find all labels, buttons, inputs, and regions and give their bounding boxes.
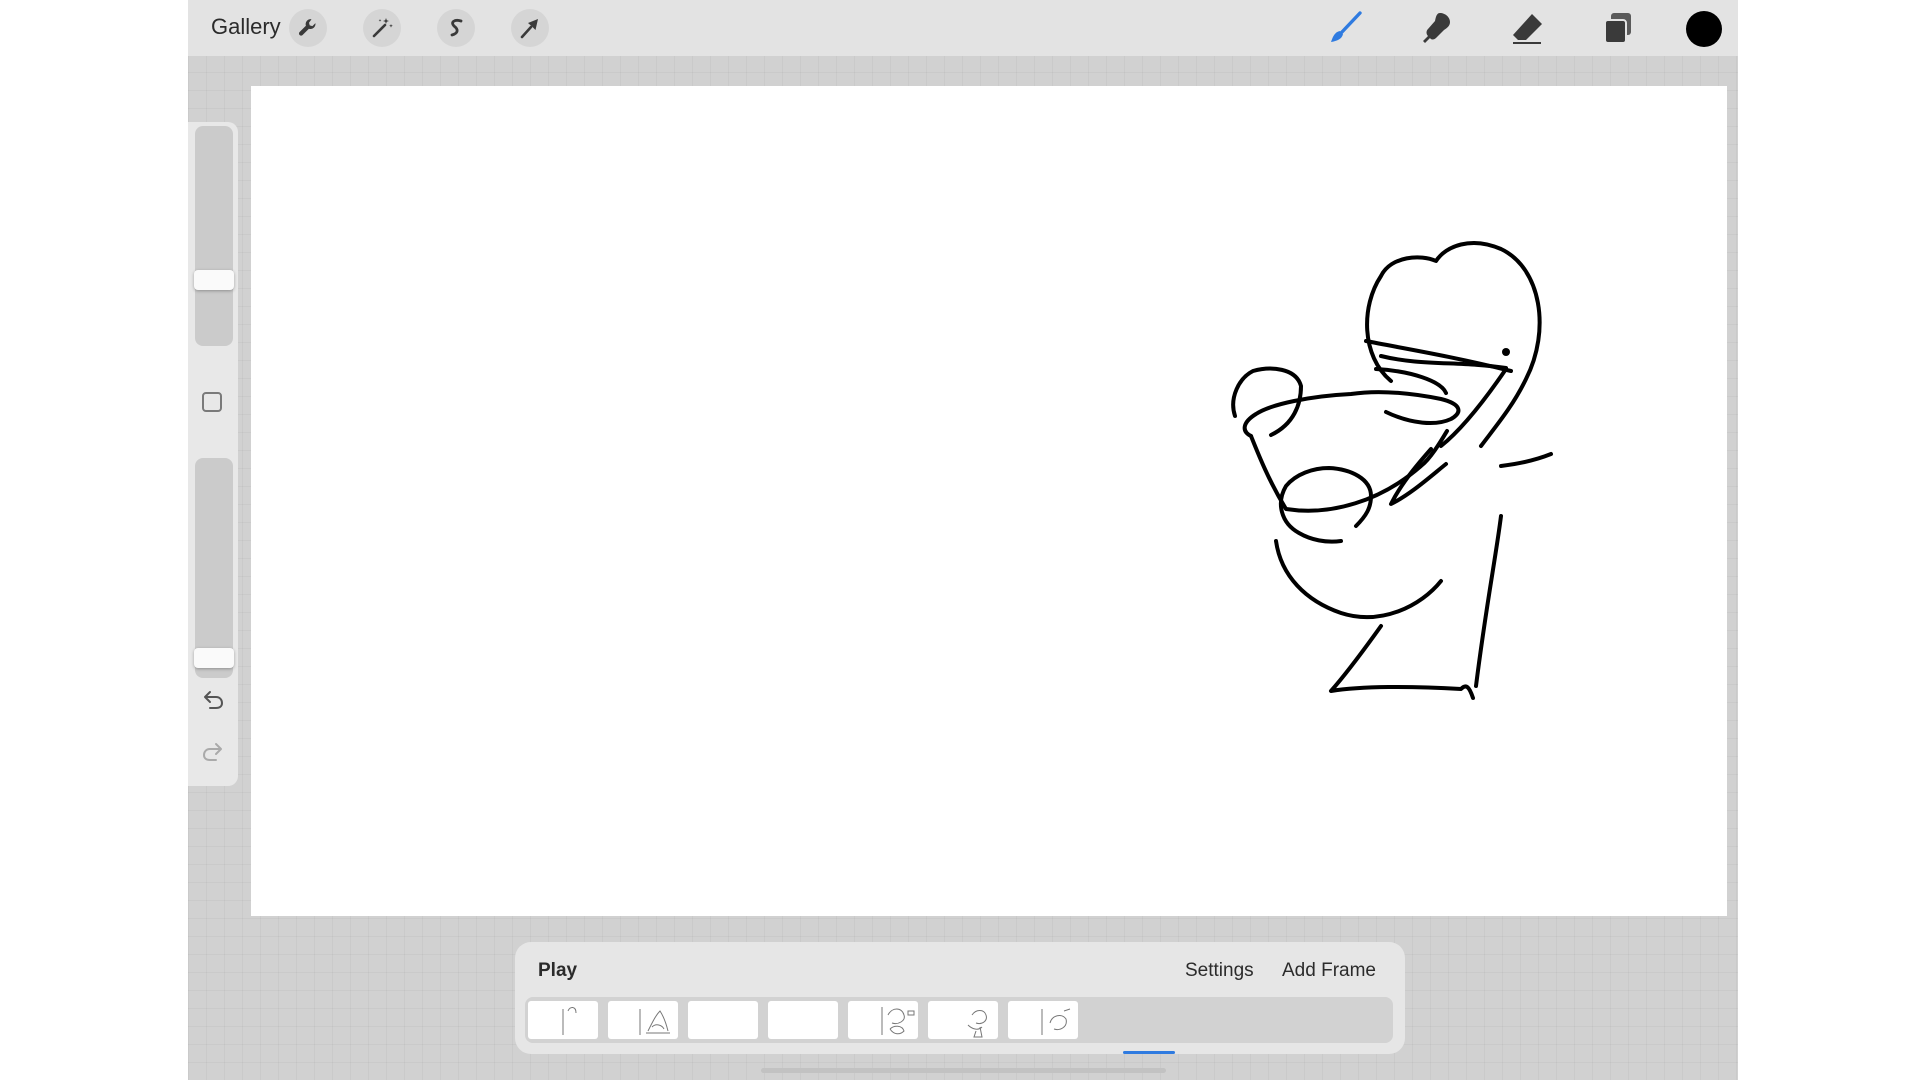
modify-button[interactable] bbox=[202, 392, 222, 412]
opacity-slider[interactable] bbox=[194, 458, 234, 678]
settings-button[interactable]: Settings bbox=[1185, 960, 1254, 982]
selected-frame-indicator bbox=[1123, 1051, 1175, 1054]
layers-button[interactable] bbox=[1600, 10, 1636, 46]
frame-thumbnail[interactable] bbox=[608, 1001, 678, 1039]
frame-thumbnail[interactable] bbox=[1008, 1001, 1078, 1039]
sketch-drawing bbox=[1231, 241, 1553, 700]
home-indicator bbox=[761, 1068, 1166, 1073]
top-toolbar: Gallery bbox=[188, 0, 1738, 56]
undo-icon[interactable] bbox=[200, 688, 226, 714]
actions-button[interactable] bbox=[289, 9, 327, 47]
color-picker-button[interactable] bbox=[1686, 11, 1722, 47]
transform-button[interactable] bbox=[511, 9, 549, 47]
selection-button[interactable] bbox=[437, 9, 475, 47]
frame-thumbnail[interactable] bbox=[928, 1001, 998, 1039]
smudge-button[interactable] bbox=[1418, 10, 1454, 46]
brush-icon bbox=[1331, 11, 1362, 42]
opacity-handle[interactable] bbox=[194, 648, 234, 668]
frame-thumbnail[interactable] bbox=[848, 1001, 918, 1039]
brush-size-slider[interactable] bbox=[194, 126, 234, 346]
gallery-button[interactable]: Gallery bbox=[211, 14, 281, 40]
brush-size-handle[interactable] bbox=[194, 270, 234, 290]
redo-icon[interactable] bbox=[200, 740, 226, 766]
adjustments-button[interactable] bbox=[363, 9, 401, 47]
layers-icon bbox=[1604, 13, 1631, 44]
animation-assist-panel: Play Settings Add Frame bbox=[515, 942, 1405, 1054]
wrench-icon bbox=[298, 19, 316, 36]
smudge-icon bbox=[1423, 13, 1450, 43]
side-toolbar bbox=[188, 122, 238, 786]
eraser-icon bbox=[1513, 14, 1542, 44]
procreate-app: Gallery Play Settings Add Frame bbox=[188, 0, 1738, 1080]
magic-wand-icon bbox=[372, 18, 393, 38]
frame-thumbnail[interactable] bbox=[688, 1001, 758, 1039]
brush-button[interactable] bbox=[1327, 10, 1363, 46]
drawing-canvas[interactable] bbox=[251, 86, 1727, 916]
eraser-button[interactable] bbox=[1509, 10, 1545, 46]
frame-thumbnail[interactable] bbox=[768, 1001, 838, 1039]
frame-thumbnail[interactable] bbox=[528, 1001, 598, 1039]
add-frame-button[interactable]: Add Frame bbox=[1282, 960, 1376, 982]
frame-timeline bbox=[525, 997, 1393, 1043]
arrow-cursor-icon bbox=[520, 19, 538, 39]
play-button[interactable]: Play bbox=[538, 960, 577, 982]
selection-s-icon bbox=[450, 18, 463, 37]
